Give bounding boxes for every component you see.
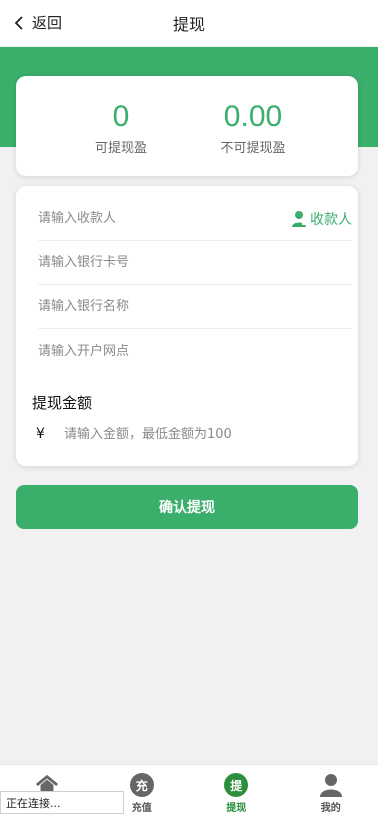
tab-withdraw[interactable]: 提 提现	[189, 765, 284, 814]
withdrawable-balance: 0 可提现盈	[81, 100, 161, 176]
recharge-icon: 充	[129, 773, 154, 797]
bank-row	[38, 285, 352, 329]
non-withdrawable-value: 0.00	[223, 100, 283, 133]
branch-row	[38, 329, 352, 373]
select-payee-button[interactable]: 收款人	[291, 209, 352, 229]
currency-symbol: ¥	[36, 426, 45, 442]
card-number-input[interactable]	[38, 255, 352, 270]
user-card-icon	[292, 211, 308, 227]
header-bar: 返回 提现	[0, 0, 378, 47]
branch-input[interactable]	[38, 343, 352, 359]
tab-withdraw-label: 提现	[226, 803, 247, 814]
bank-name-input[interactable]	[38, 299, 352, 314]
amount-row: ¥	[36, 422, 346, 446]
non-withdrawable-balance: 0.00 不可提现盈	[213, 100, 293, 176]
back-label: 返回	[32, 14, 63, 32]
tab-recharge-label: 充值	[131, 803, 152, 814]
card-row	[38, 241, 352, 285]
withdrawable-value: 0	[112, 100, 130, 133]
tab-mine-label: 我的	[320, 803, 341, 814]
tab-mine[interactable]: 我的	[284, 765, 378, 814]
withdraw-form: 收款人 提现金额 ¥	[16, 186, 358, 466]
non-withdrawable-label: 不可提现盈	[220, 141, 286, 156]
amount-input[interactable]	[64, 426, 346, 442]
balance-card: 0 可提现盈 0.00 不可提现盈	[16, 76, 358, 176]
amount-title: 提现金额	[32, 394, 93, 412]
connection-status: 正在连接...	[0, 791, 124, 814]
user-icon	[319, 773, 343, 797]
page-title: 提现	[172, 15, 205, 34]
confirm-withdraw-button[interactable]: 确认提现	[16, 485, 358, 529]
payee-link-label: 收款人	[310, 212, 352, 228]
withdrawable-label: 可提现盈	[94, 141, 147, 156]
withdraw-icon: 提	[224, 773, 249, 797]
chevron-left-icon	[14, 15, 23, 30]
payee-row: 收款人	[38, 197, 352, 241]
back-button[interactable]: 返回	[14, 12, 62, 33]
